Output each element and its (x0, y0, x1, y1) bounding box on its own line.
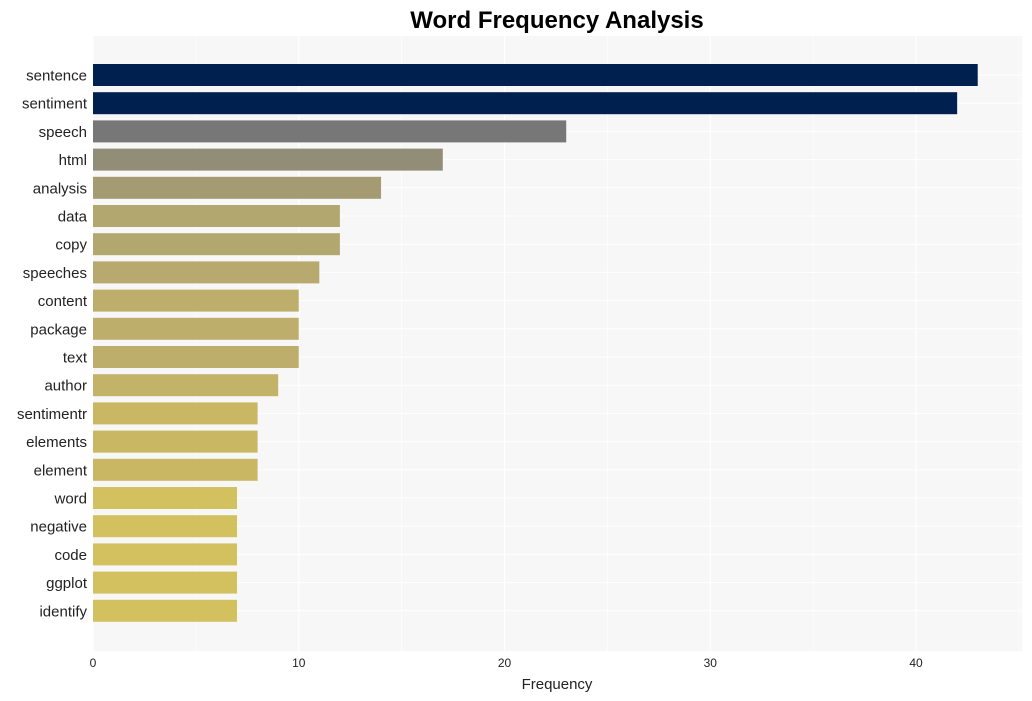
bar-identify (93, 599, 238, 622)
y-tick-label: word (53, 491, 87, 508)
bar-elements (93, 430, 258, 453)
bar-element (93, 458, 258, 481)
y-tick-label: content (38, 293, 88, 310)
y-tick-label: negative (30, 519, 87, 536)
y-axis-labels: sentence sentiment speech html analysis data c… (17, 68, 88, 621)
y-tick-label: speech (39, 124, 87, 141)
x-axis-label: Frequency (522, 676, 593, 693)
bar-copy (93, 233, 340, 256)
bar-sentence (93, 64, 978, 86)
y-tick-label: elements (26, 434, 87, 451)
x-tick-label: 0 (90, 656, 97, 670)
y-tick-label: html (59, 152, 87, 169)
bar-chart: Word Frequency Analysis sentence sentimen… (17, 7, 1022, 693)
chart-title: Word Frequency Analysis (410, 7, 703, 34)
y-tick-label: analysis (33, 180, 87, 197)
y-tick-label: ggplot (46, 575, 88, 592)
bar-package (93, 317, 299, 340)
bar-analysis (93, 176, 382, 199)
x-axis-ticks: 0 10 20 30 40 (90, 656, 923, 670)
y-tick-label: code (54, 547, 87, 564)
x-tick-label: 30 (704, 656, 718, 670)
y-tick-label: element (34, 462, 88, 479)
bar-sentimentr (93, 402, 258, 425)
y-tick-label: speeches (23, 265, 87, 282)
bar-author (93, 374, 279, 397)
bar-sentiment (93, 92, 958, 115)
y-tick-label: identify (39, 603, 87, 620)
y-tick-label: sentiment (22, 96, 88, 113)
y-tick-label: sentimentr (17, 406, 87, 423)
y-tick-label: package (30, 321, 87, 338)
y-tick-label: data (58, 209, 88, 226)
y-tick-label: text (63, 350, 88, 367)
x-tick-label: 10 (292, 656, 306, 670)
bar-html (93, 148, 443, 171)
bar-speech (93, 120, 567, 143)
bar-speeches (93, 261, 320, 284)
bar-text (93, 346, 299, 368)
y-tick-label: author (44, 378, 87, 395)
bar-negative (93, 515, 238, 538)
bar-code (93, 543, 238, 566)
bar-data (93, 205, 340, 227)
bar-ggplot (93, 571, 238, 594)
x-tick-label: 40 (909, 656, 923, 670)
y-tick-label: copy (55, 237, 87, 254)
bar-word (93, 487, 238, 509)
bar-content (93, 289, 299, 312)
x-tick-label: 20 (498, 656, 512, 670)
y-tick-label: sentence (26, 68, 87, 85)
